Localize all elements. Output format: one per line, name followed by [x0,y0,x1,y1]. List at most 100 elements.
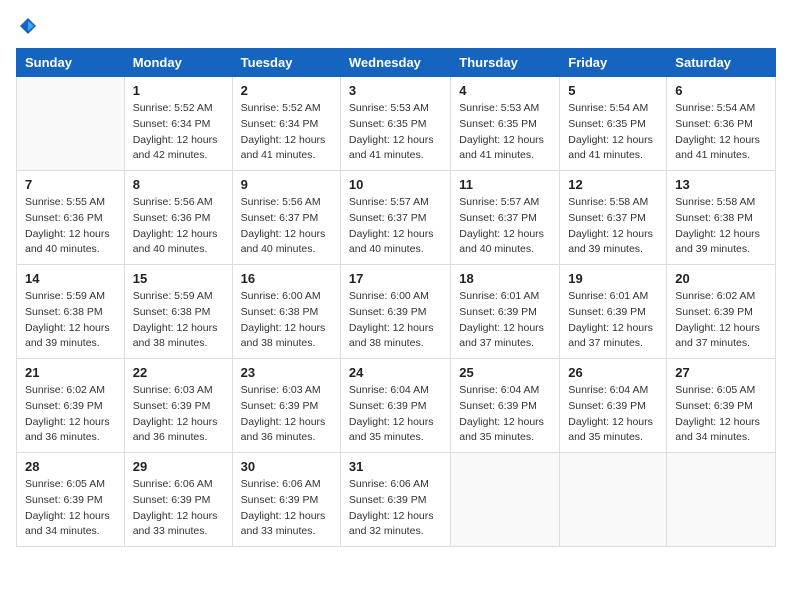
calendar-cell: 15 Sunrise: 5:59 AMSunset: 6:38 PMDayligh… [124,265,232,359]
day-info: Sunrise: 5:59 AMSunset: 6:38 PMDaylight:… [133,289,224,352]
calendar-cell: 19 Sunrise: 6:01 AMSunset: 6:39 PMDayligh… [560,265,667,359]
calendar-cell: 8 Sunrise: 5:56 AMSunset: 6:36 PMDaylight… [124,171,232,265]
calendar-cell: 12 Sunrise: 5:58 AMSunset: 6:37 PMDayligh… [560,171,667,265]
week-row-3: 21 Sunrise: 6:02 AMSunset: 6:39 PMDayligh… [17,359,776,453]
day-number: 22 [133,365,224,380]
page-header [16,16,776,36]
day-number: 30 [241,459,332,474]
calendar-cell: 18 Sunrise: 6:01 AMSunset: 6:39 PMDayligh… [451,265,560,359]
day-number: 23 [241,365,332,380]
day-info: Sunrise: 5:57 AMSunset: 6:37 PMDaylight:… [349,195,442,258]
calendar-cell: 4 Sunrise: 5:53 AMSunset: 6:35 PMDaylight… [451,77,560,171]
calendar-cell [560,453,667,547]
day-number: 27 [675,365,767,380]
calendar-cell: 23 Sunrise: 6:03 AMSunset: 6:39 PMDayligh… [232,359,340,453]
day-info: Sunrise: 5:52 AMSunset: 6:34 PMDaylight:… [241,101,332,164]
calendar-cell: 2 Sunrise: 5:52 AMSunset: 6:34 PMDaylight… [232,77,340,171]
day-number: 21 [25,365,116,380]
day-info: Sunrise: 6:06 AMSunset: 6:39 PMDaylight:… [349,477,442,540]
calendar-cell [667,453,776,547]
day-number: 13 [675,177,767,192]
calendar-header-tuesday: Tuesday [232,49,340,77]
day-number: 17 [349,271,442,286]
day-info: Sunrise: 6:04 AMSunset: 6:39 PMDaylight:… [459,383,551,446]
day-number: 26 [568,365,658,380]
calendar-header-thursday: Thursday [451,49,560,77]
day-number: 25 [459,365,551,380]
day-info: Sunrise: 5:58 AMSunset: 6:38 PMDaylight:… [675,195,767,258]
calendar-cell: 29 Sunrise: 6:06 AMSunset: 6:39 PMDayligh… [124,453,232,547]
day-info: Sunrise: 5:54 AMSunset: 6:36 PMDaylight:… [675,101,767,164]
week-row-0: 1 Sunrise: 5:52 AMSunset: 6:34 PMDaylight… [17,77,776,171]
calendar-cell: 1Sunrise: 5:52 AMSunset: 6:34 PMDaylight… [124,77,232,171]
day-number: 12 [568,177,658,192]
day-info: Sunrise: 6:04 AMSunset: 6:39 PMDaylight:… [568,383,658,446]
calendar-header-sunday: Sunday [17,49,125,77]
day-info: Sunrise: 6:03 AMSunset: 6:39 PMDaylight:… [241,383,332,446]
logo [16,16,38,36]
calendar-header-friday: Friday [560,49,667,77]
day-number: 4 [459,83,551,98]
day-number: 19 [568,271,658,286]
day-info: Sunrise: 6:01 AMSunset: 6:39 PMDaylight:… [459,289,551,352]
calendar-cell: 14Sunrise: 5:59 AMSunset: 6:38 PMDayligh… [17,265,125,359]
day-number: 6 [675,83,767,98]
calendar-cell: 27 Sunrise: 6:05 AMSunset: 6:39 PMDayligh… [667,359,776,453]
day-info: Sunrise: 5:54 AMSunset: 6:35 PMDaylight:… [568,101,658,164]
calendar-cell: 13 Sunrise: 5:58 AMSunset: 6:38 PMDayligh… [667,171,776,265]
day-number: 28 [25,459,116,474]
day-number: 16 [241,271,332,286]
day-info: Sunrise: 5:58 AMSunset: 6:37 PMDaylight:… [568,195,658,258]
day-info: Sunrise: 5:56 AMSunset: 6:36 PMDaylight:… [133,195,224,258]
calendar-header-wednesday: Wednesday [340,49,450,77]
day-info: Sunrise: 6:04 AMSunset: 6:39 PMDaylight:… [349,383,442,446]
calendar-cell: 28 Sunrise: 6:05 AMSunset: 6:39 PMDayligh… [17,453,125,547]
day-info: Sunrise: 6:06 AMSunset: 6:39 PMDaylight:… [241,477,332,540]
calendar-cell: 10 Sunrise: 5:57 AMSunset: 6:37 PMDayligh… [340,171,450,265]
calendar-header-saturday: Saturday [667,49,776,77]
day-info: Sunrise: 5:53 AMSunset: 6:35 PMDaylight:… [349,101,442,164]
day-info: Sunrise: 6:02 AMSunset: 6:39 PMDaylight:… [25,383,116,446]
calendar-cell: 9 Sunrise: 5:56 AMSunset: 6:37 PMDaylight… [232,171,340,265]
calendar-cell: 26 Sunrise: 6:04 AMSunset: 6:39 PMDayligh… [560,359,667,453]
day-info: Sunrise: 6:06 AMSunset: 6:39 PMDaylight:… [133,477,224,540]
calendar-header-monday: Monday [124,49,232,77]
calendar-cell: 11Sunrise: 5:57 AMSunset: 6:37 PMDayligh… [451,171,560,265]
calendar-cell: 25 Sunrise: 6:04 AMSunset: 6:39 PMDayligh… [451,359,560,453]
day-number: 24 [349,365,442,380]
day-number: 31 [349,459,442,474]
day-number: 29 [133,459,224,474]
day-info: Sunrise: 6:03 AMSunset: 6:39 PMDaylight:… [133,383,224,446]
day-info: Sunrise: 5:59 AMSunset: 6:38 PMDaylight:… [25,289,116,352]
day-number: 10 [349,177,442,192]
calendar-cell: 20Sunrise: 6:02 AMSunset: 6:39 PMDayligh… [667,265,776,359]
calendar-cell: 22 Sunrise: 6:03 AMSunset: 6:39 PMDayligh… [124,359,232,453]
week-row-2: 14Sunrise: 5:59 AMSunset: 6:38 PMDayligh… [17,265,776,359]
calendar-cell: 7 Sunrise: 5:55 AMSunset: 6:36 PMDaylight… [17,171,125,265]
day-number: 1 [133,83,224,98]
day-info: Sunrise: 6:02 AMSunset: 6:39 PMDaylight:… [675,289,767,352]
day-info: Sunrise: 6:05 AMSunset: 6:39 PMDaylight:… [675,383,767,446]
day-number: 8 [133,177,224,192]
calendar-cell: 5 Sunrise: 5:54 AMSunset: 6:35 PMDaylight… [560,77,667,171]
day-info: Sunrise: 6:00 AMSunset: 6:39 PMDaylight:… [349,289,442,352]
day-info: Sunrise: 6:01 AMSunset: 6:39 PMDaylight:… [568,289,658,352]
logo-icon [18,16,38,36]
day-info: Sunrise: 5:56 AMSunset: 6:37 PMDaylight:… [241,195,332,258]
day-number: 3 [349,83,442,98]
day-info: Sunrise: 5:53 AMSunset: 6:35 PMDaylight:… [459,101,551,164]
day-info: Sunrise: 6:05 AMSunset: 6:39 PMDaylight:… [25,477,116,540]
calendar-cell: 16Sunrise: 6:00 AMSunset: 6:38 PMDayligh… [232,265,340,359]
calendar-cell: 3 Sunrise: 5:53 AMSunset: 6:35 PMDaylight… [340,77,450,171]
day-number: 9 [241,177,332,192]
calendar-cell [451,453,560,547]
day-number: 2 [241,83,332,98]
calendar-cell: 30 Sunrise: 6:06 AMSunset: 6:39 PMDayligh… [232,453,340,547]
day-number: 11 [459,177,551,192]
day-number: 7 [25,177,116,192]
day-number: 15 [133,271,224,286]
day-info: Sunrise: 5:55 AMSunset: 6:36 PMDaylight:… [25,195,116,258]
calendar-table: SundayMondayTuesdayWednesdayThursdayFrid… [16,48,776,547]
day-number: 18 [459,271,551,286]
day-number: 5 [568,83,658,98]
